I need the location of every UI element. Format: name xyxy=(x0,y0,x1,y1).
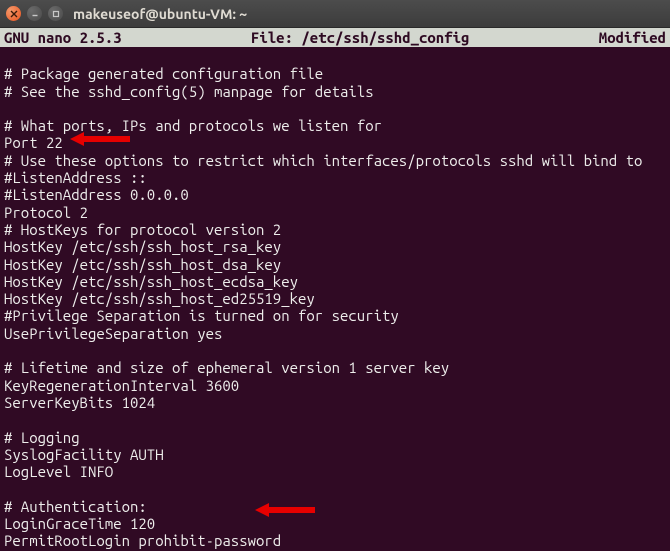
window-titlebar: makeuseof@ubuntu-VM: ~ xyxy=(0,0,670,28)
nano-file: File: /etc/ssh/sshd_config xyxy=(142,29,579,46)
close-button[interactable] xyxy=(6,6,21,21)
nano-header: GNU nano 2.5.3 File: /etc/ssh/sshd_confi… xyxy=(0,28,670,47)
window-title: makeuseof@ubuntu-VM: ~ xyxy=(73,6,247,22)
maximize-button[interactable] xyxy=(48,6,63,21)
file-line: # Package generated configuration file xyxy=(4,65,666,82)
file-line xyxy=(4,411,666,428)
file-line: # Use these options to restrict which in… xyxy=(4,152,666,169)
file-line: Protocol 2 xyxy=(4,204,666,221)
window-controls xyxy=(6,6,63,21)
file-line: #ListenAddress 0.0.0.0 xyxy=(4,186,666,203)
file-line: Port 22 xyxy=(4,134,666,151)
minimize-button[interactable] xyxy=(27,6,42,21)
file-line xyxy=(4,342,666,359)
nano-status: Modified xyxy=(579,29,666,46)
minimize-icon xyxy=(31,10,39,18)
nano-file-label: File: xyxy=(251,29,293,46)
nano-version: GNU nano 2.5.3 xyxy=(4,29,142,46)
file-line: ServerKeyBits 1024 xyxy=(4,394,666,411)
file-line xyxy=(4,48,666,65)
file-line: # See the sshd_config(5) manpage for det… xyxy=(4,83,666,100)
file-line: # Authentication: xyxy=(4,498,666,515)
file-line: HostKey /etc/ssh/ssh_host_ed25519_key xyxy=(4,290,666,307)
file-line: SyslogFacility AUTH xyxy=(4,446,666,463)
file-line: #Privilege Separation is turned on for s… xyxy=(4,307,666,324)
file-line: LoginGraceTime 120 xyxy=(4,515,666,532)
terminal-content[interactable]: # Package generated configuration file# … xyxy=(0,47,670,551)
close-icon xyxy=(10,10,18,18)
file-line: # Lifetime and size of ephemeral version… xyxy=(4,359,666,376)
nano-file-path: /etc/ssh/sshd_config xyxy=(301,29,469,46)
file-line: HostKey /etc/ssh/ssh_host_ecdsa_key xyxy=(4,273,666,290)
file-line: # What ports, IPs and protocols we liste… xyxy=(4,117,666,134)
file-line: # Logging xyxy=(4,429,666,446)
file-line: HostKey /etc/ssh/ssh_host_dsa_key xyxy=(4,256,666,273)
maximize-icon xyxy=(52,10,60,18)
file-line: HostKey /etc/ssh/ssh_host_rsa_key xyxy=(4,238,666,255)
file-line xyxy=(4,480,666,497)
file-line xyxy=(4,100,666,117)
file-line: LogLevel INFO xyxy=(4,463,666,480)
file-line: #ListenAddress :: xyxy=(4,169,666,186)
file-line: PermitRootLogin prohibit-password xyxy=(4,532,666,549)
file-line: UsePrivilegeSeparation yes xyxy=(4,325,666,342)
file-line: KeyRegenerationInterval 3600 xyxy=(4,377,666,394)
file-line: # HostKeys for protocol version 2 xyxy=(4,221,666,238)
